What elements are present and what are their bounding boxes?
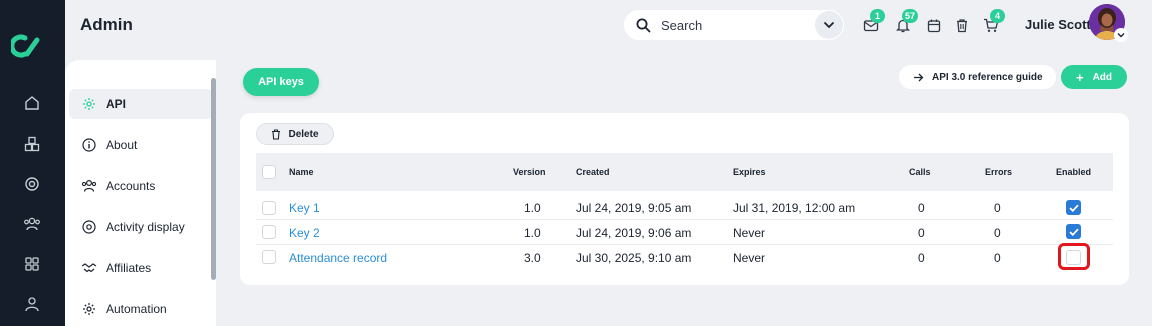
row-select-checkbox[interactable] [262, 225, 276, 239]
errors-cell: 0 [994, 226, 1001, 240]
bell-icon[interactable]: 57 [894, 9, 919, 34]
target-icon [81, 219, 97, 235]
bell-badge: 57 [902, 9, 919, 23]
calendar-icon[interactable] [925, 16, 943, 34]
calls-cell: 0 [918, 226, 925, 240]
target-icon[interactable] [21, 173, 43, 195]
handshake-icon [81, 260, 97, 276]
table-header: Name Version Created Expires Calls Error… [256, 153, 1113, 191]
select-all-checkbox[interactable] [262, 165, 276, 179]
checkmark-icon [1068, 204, 1079, 212]
plus-icon: + [1075, 69, 1084, 85]
version-cell: 1.0 [524, 201, 541, 215]
logo-icon[interactable] [11, 32, 41, 60]
page-title: Admin [80, 15, 133, 34]
sidebar-item-label: Affiliates [106, 261, 152, 275]
checkmark-icon [1068, 228, 1079, 236]
sidebar-item-label: Activity display [106, 220, 185, 234]
sidebar-item-automation[interactable]: Automation [69, 294, 213, 324]
cart-icon[interactable]: 4 [982, 9, 1005, 34]
sidebar-item-label: Automation [106, 302, 167, 316]
home-icon[interactable] [21, 92, 43, 114]
expires-cell: Never [733, 226, 766, 240]
user-name[interactable]: Julie Scott [1025, 17, 1091, 32]
tab-api-keys[interactable]: API keys [243, 68, 319, 96]
search-icon [636, 18, 651, 32]
sidebar-item-label: Accounts [106, 179, 156, 193]
icon-rail [0, 0, 65, 326]
key-name-link[interactable]: Key 1 [289, 201, 320, 215]
table-row: Attendance record 3.0 Jul 30, 2025, 9:10… [256, 245, 1113, 270]
grid-icon[interactable] [21, 253, 43, 275]
version-cell: 3.0 [524, 251, 541, 265]
arrow-right-icon [913, 73, 924, 82]
info-icon [81, 137, 97, 153]
key-name-link[interactable]: Attendance record [289, 251, 387, 265]
expires-cell: Jul 31, 2019, 12:00 am [733, 201, 856, 215]
add-label: Add [1092, 71, 1113, 83]
column-header-name[interactable]: Name [289, 167, 314, 177]
delete-label: Delete [288, 128, 319, 140]
sidebar-item-accounts[interactable]: Accounts [69, 171, 213, 201]
sidebar-scrollbar[interactable] [211, 78, 216, 280]
created-cell: Jul 24, 2019, 9:06 am [576, 226, 692, 240]
calls-cell: 0 [918, 251, 925, 265]
calls-cell: 0 [918, 201, 925, 215]
api-keys-card: Delete Name Version Created Expires Call… [240, 113, 1129, 285]
api-reference-guide-button[interactable]: API 3.0 reference guide [899, 65, 1056, 89]
sidebar-item-affiliates[interactable]: Affiliates [69, 253, 213, 283]
users-icon [81, 178, 97, 194]
trash-icon[interactable] [953, 16, 971, 34]
search-input[interactable]: Search [624, 10, 844, 40]
search-label: Search [661, 17, 703, 33]
column-header-version[interactable]: Version [513, 167, 546, 177]
enabled-checkbox[interactable] [1066, 200, 1081, 215]
created-cell: Jul 24, 2019, 9:05 am [576, 201, 692, 215]
boxes-icon[interactable] [21, 133, 43, 155]
settings-panel: API About Accounts Activity display Affi… [65, 60, 216, 326]
table-row: Key 2 1.0 Jul 24, 2019, 9:06 am Never 0 … [256, 220, 1113, 245]
column-header-created[interactable]: Created [576, 167, 610, 177]
expires-cell: Never [733, 251, 766, 265]
column-header-errors[interactable]: Errors [985, 167, 1012, 177]
chevron-down-icon[interactable] [1114, 28, 1128, 42]
errors-cell: 0 [994, 251, 1001, 265]
column-header-enabled[interactable]: Enabled [1056, 167, 1091, 177]
key-name-link[interactable]: Key 2 [289, 226, 320, 240]
users-icon[interactable] [21, 213, 43, 235]
version-cell: 1.0 [524, 226, 541, 240]
sidebar-item-about[interactable]: About [69, 130, 213, 160]
gear-icon [81, 96, 97, 112]
gear-icon [81, 301, 97, 317]
sidebar-item-label: API [106, 97, 127, 111]
chevron-down-icon[interactable] [815, 11, 843, 39]
mail-icon[interactable]: 1 [862, 9, 885, 34]
created-cell: Jul 30, 2025, 9:10 am [576, 251, 692, 265]
column-header-calls[interactable]: Calls [909, 167, 931, 177]
cart-badge: 4 [990, 9, 1005, 23]
column-header-expires[interactable]: Expires [733, 167, 766, 177]
mail-badge: 1 [870, 9, 885, 23]
add-button[interactable]: + Add [1061, 65, 1127, 89]
highlight-box [1058, 243, 1090, 270]
sidebar-item-label: About [106, 138, 138, 152]
user-icon[interactable] [21, 293, 43, 315]
sidebar-item-api[interactable]: API [69, 89, 213, 119]
row-select-checkbox[interactable] [262, 250, 276, 264]
sidebar-item-activity-display[interactable]: Activity display [69, 212, 213, 242]
api-reference-guide-label: API 3.0 reference guide [932, 71, 1043, 83]
delete-button[interactable]: Delete [256, 123, 334, 145]
row-select-checkbox[interactable] [262, 201, 276, 215]
table-row: Key 1 1.0 Jul 24, 2019, 9:05 am Jul 31, … [256, 195, 1113, 220]
errors-cell: 0 [994, 201, 1001, 215]
enabled-checkbox[interactable] [1066, 224, 1081, 239]
trash-icon [271, 128, 281, 140]
